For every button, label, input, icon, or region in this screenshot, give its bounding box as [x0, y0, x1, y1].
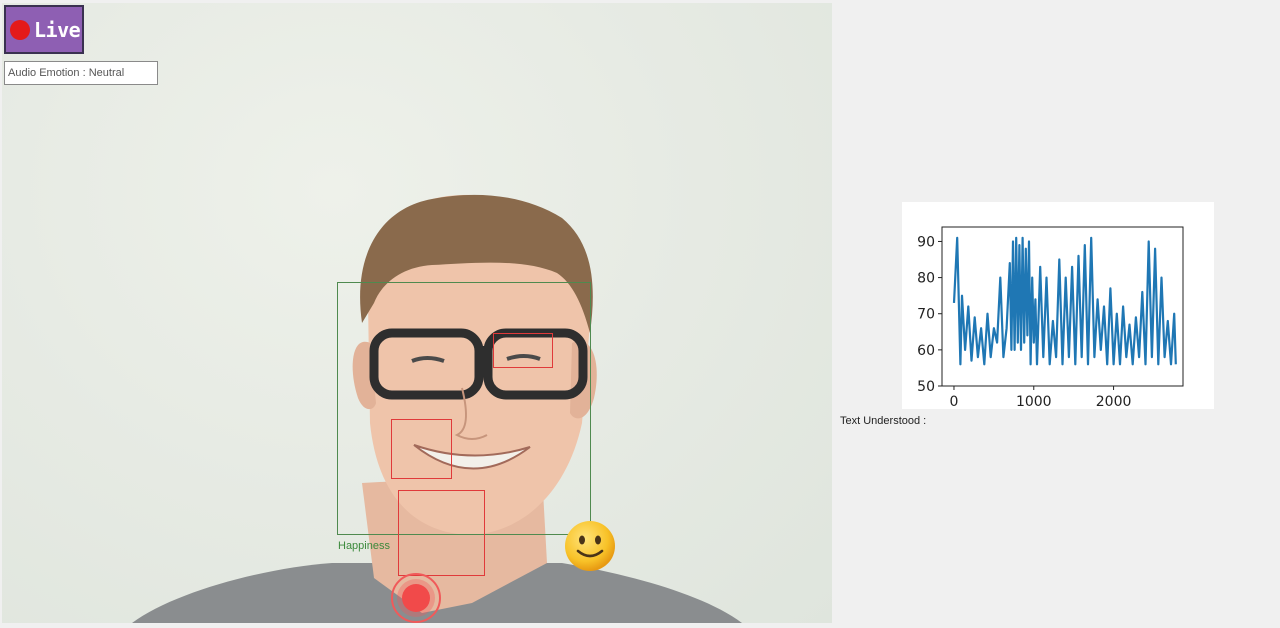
text-understood-label: Text Understood : [840, 415, 927, 427]
audio-emotion-display: Audio Emotion : Neutral [4, 61, 158, 85]
x-tick-label: 1000 [1016, 394, 1052, 409]
live-indicator: Live [4, 5, 84, 54]
mouth-detection-box [391, 419, 452, 479]
live-label: Live [34, 17, 81, 42]
chin-detection-box [398, 490, 485, 576]
y-tick-label: 50 [917, 379, 935, 395]
y-tick-label: 80 [917, 271, 935, 287]
line-chart: 50 60 70 80 90 0 1000 2000 [917, 226, 1184, 410]
slightly-smiling-face-icon [565, 521, 615, 571]
y-tick-label: 90 [917, 234, 935, 250]
face-emotion-label: Happiness [338, 540, 390, 552]
line-chart-panel: 50 60 70 80 90 0 1000 2000 [902, 202, 1214, 410]
x-tick-label: 0 [950, 394, 959, 409]
y-tick-label: 60 [917, 343, 935, 359]
record-button[interactable] [391, 573, 441, 623]
app-window: Live Audio Emotion : Neutral Happiness 5… [0, 0, 1280, 628]
eye-detection-box [493, 333, 553, 368]
y-tick-label: 70 [917, 307, 935, 323]
x-tick-label: 2000 [1096, 394, 1132, 409]
record-icon [402, 584, 430, 612]
live-dot-icon [10, 19, 30, 40]
